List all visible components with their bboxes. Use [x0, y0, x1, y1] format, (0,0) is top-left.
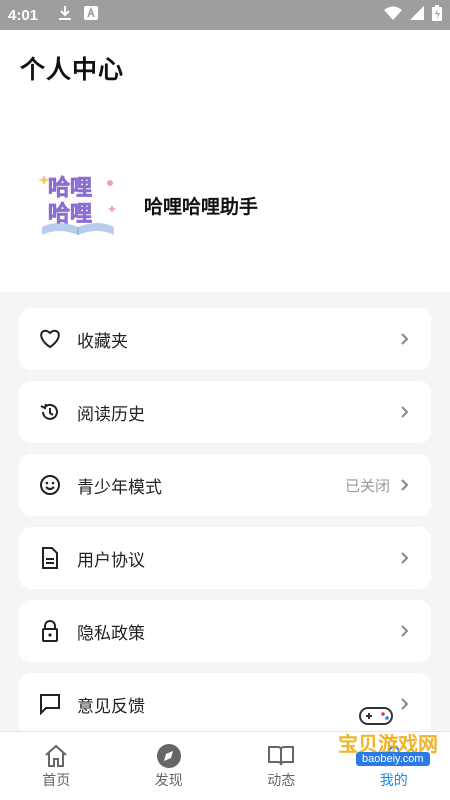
- menu-item-label: 阅读历史: [77, 404, 145, 425]
- menu-item-teen-mode[interactable]: 青少年模式 已关闭: [19, 454, 431, 516]
- chevron-right-icon: [400, 624, 409, 638]
- tab-label: 发现: [154, 773, 183, 789]
- watermark: 宝贝游戏网 baobeiy.com: [304, 700, 444, 780]
- username: 哈哩哈哩助手: [144, 195, 259, 218]
- profile-row[interactable]: 哈哩 哈哩 哈哩哈哩助手: [36, 165, 258, 245]
- menu-item-label: 隐私政策: [77, 623, 145, 644]
- app-notification-icon: [84, 6, 99, 24]
- tab-label: 首页: [42, 773, 71, 789]
- avatar-text-top: 哈哩: [48, 175, 92, 201]
- compass-icon: [156, 742, 182, 770]
- menu-item-history[interactable]: 阅读历史: [19, 381, 431, 443]
- teen-mode-status: 已关闭: [344, 476, 390, 495]
- download-icon: [58, 5, 72, 25]
- menu-item-label: 青少年模式: [77, 477, 162, 498]
- status-time: 4:01: [8, 6, 39, 24]
- signal-icon: [410, 6, 424, 24]
- avatar-text-bottom: 哈哩: [48, 201, 92, 227]
- wifi-icon: [384, 6, 402, 24]
- lock-icon: [39, 620, 61, 642]
- avatar[interactable]: 哈哩 哈哩: [36, 165, 120, 245]
- menu-item-favorites[interactable]: 收藏夹: [19, 308, 431, 370]
- tab-home[interactable]: 首页: [0, 732, 113, 800]
- page-title: 个人中心: [20, 55, 125, 84]
- chevron-right-icon: [400, 332, 409, 346]
- watermark-url: baobeiy.com: [356, 752, 430, 766]
- menu-item-label: 意见反馈: [77, 696, 145, 717]
- chevron-right-icon: [400, 478, 409, 492]
- settings-menu: 收藏夹 阅读历史 青少年模式 已关闭 用户协议 隐私政策 意见反馈: [19, 308, 431, 746]
- menu-item-privacy-policy[interactable]: 隐私政策: [19, 600, 431, 662]
- tab-label: 动态: [267, 773, 296, 789]
- menu-item-user-agreement[interactable]: 用户协议: [19, 527, 431, 589]
- home-icon: [43, 742, 69, 770]
- chevron-right-icon: [400, 551, 409, 565]
- smile-icon: [39, 474, 61, 496]
- battery-icon: [432, 5, 442, 25]
- chevron-right-icon: [400, 405, 409, 419]
- feedback-icon: [39, 693, 61, 715]
- tab-discover[interactable]: 发现: [113, 732, 226, 800]
- history-icon: [39, 401, 61, 423]
- menu-item-label: 收藏夹: [77, 331, 128, 352]
- gamepad-icon: [359, 707, 393, 725]
- profile-header: 个人中心 哈哩 哈哩 哈哩哈哩助手: [0, 30, 450, 292]
- menu-item-label: 用户协议: [77, 550, 145, 571]
- heart-icon: [39, 328, 61, 350]
- document-icon: [39, 547, 61, 569]
- status-bar: 4:01: [0, 0, 450, 30]
- book-icon: [267, 742, 295, 770]
